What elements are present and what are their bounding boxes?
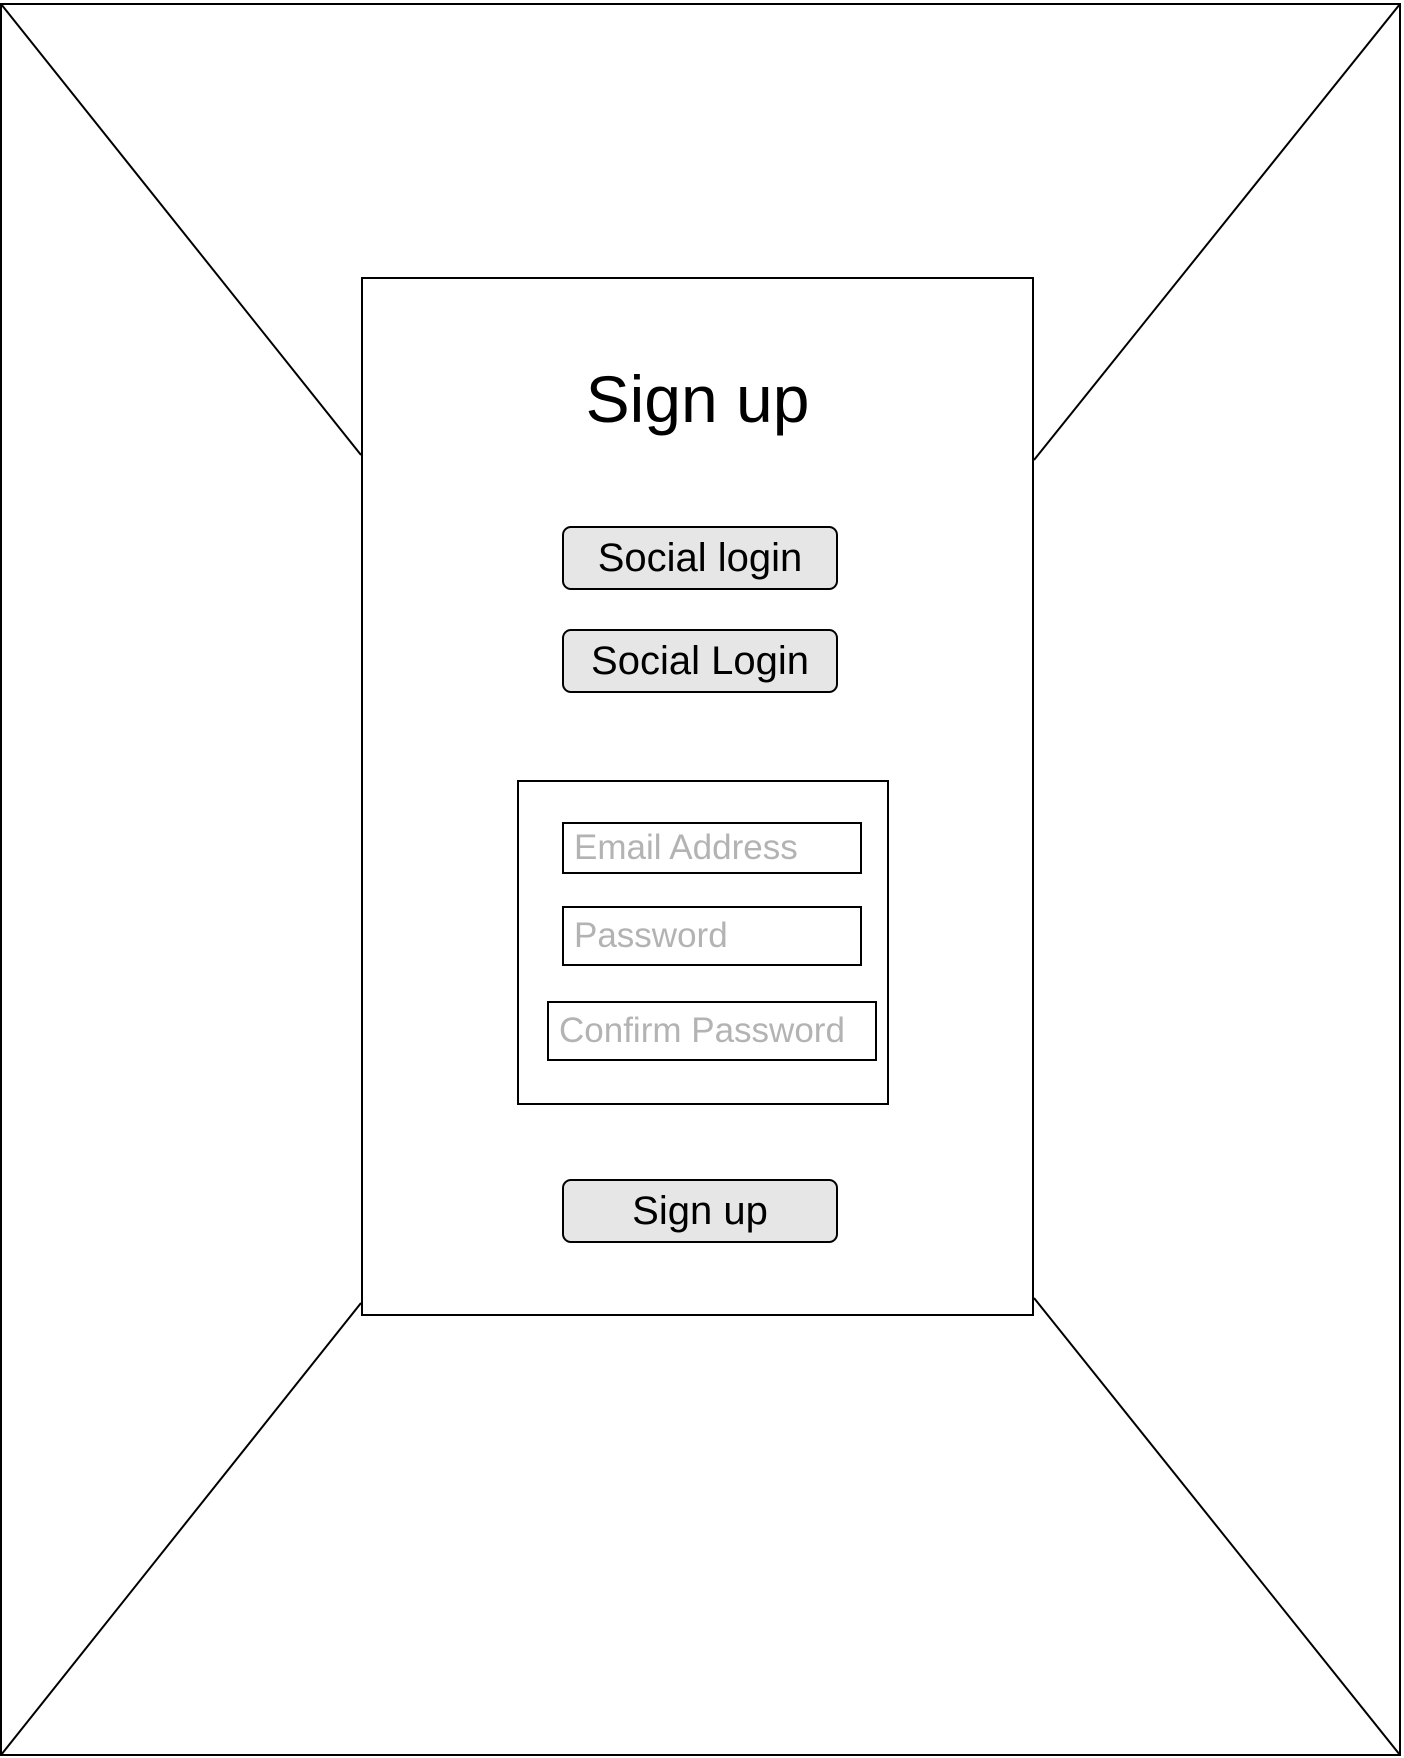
signup-form bbox=[517, 780, 889, 1105]
frame-diagonal-bottom-right bbox=[1033, 1297, 1401, 1756]
social-login-button-1[interactable]: Social login bbox=[562, 526, 838, 590]
frame-diagonal-top-right bbox=[1033, 3, 1401, 461]
frame-diagonal-top-left bbox=[0, 3, 362, 456]
confirm-password-field[interactable] bbox=[547, 1001, 877, 1061]
social-login-button-2[interactable]: Social Login bbox=[562, 629, 838, 693]
page-title: Sign up bbox=[585, 362, 810, 436]
signup-card: Sign up Social login Social Login Sign u… bbox=[361, 277, 1034, 1316]
sign-up-button[interactable]: Sign up bbox=[562, 1179, 838, 1243]
password-field[interactable] bbox=[562, 906, 862, 966]
email-field[interactable] bbox=[562, 822, 862, 874]
frame-diagonal-bottom-left bbox=[0, 1302, 362, 1756]
